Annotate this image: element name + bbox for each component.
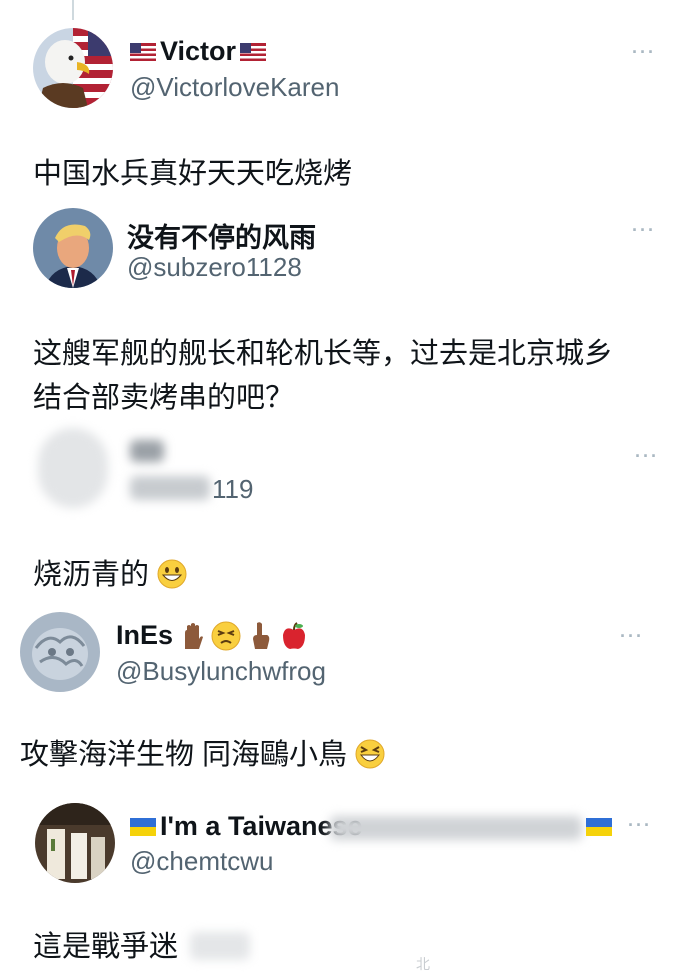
avatar-eagle[interactable]	[33, 28, 113, 108]
display-name-redacted	[130, 440, 164, 462]
user-handle-suffix[interactable]: 119	[212, 474, 253, 505]
handle-redacted	[130, 476, 210, 500]
display-name[interactable]: 没有不停的风雨	[127, 216, 316, 255]
avatar-frog-sculpture[interactable]	[20, 612, 100, 692]
more-options-icon[interactable]: ···	[632, 42, 656, 63]
persevering-face-icon	[211, 621, 241, 650]
user-handle[interactable]: @Busylunchwfrog	[116, 656, 326, 687]
ukraine-flag-icon	[130, 817, 156, 836]
more-options-icon[interactable]: ···	[635, 446, 659, 467]
user-handle[interactable]: @subzero1128	[127, 252, 302, 283]
avatar-redacted[interactable]	[38, 428, 108, 508]
more-options-icon[interactable]: ···	[620, 626, 644, 647]
avatar-portrait[interactable]	[33, 208, 113, 288]
user-handle[interactable]: @VictorloveKaren	[130, 72, 339, 103]
post-text: 中国水兵真好天天吃烧烤	[33, 158, 353, 190]
avatar-bottles[interactable]	[35, 803, 115, 883]
index-pointing-up-icon	[253, 621, 270, 649]
post-text-line-2: 结合部卖烤串的吧？	[33, 382, 295, 414]
thread-line	[72, 0, 74, 20]
display-name[interactable]: InEs	[116, 620, 309, 651]
post-text-content: 烧沥青的	[33, 559, 150, 591]
more-options-icon[interactable]: ···	[632, 220, 656, 241]
display-name-redacted	[330, 816, 582, 840]
laughing-face-icon	[355, 739, 385, 769]
display-name[interactable]: I'm a Taiwanese	[130, 811, 363, 842]
us-flag-icon	[130, 42, 156, 61]
grinning-face-icon	[157, 559, 187, 589]
text-redacted	[190, 932, 250, 960]
raised-hand-icon	[185, 622, 204, 649]
ukraine-flag-icon	[586, 818, 612, 836]
us-flag-icon	[240, 42, 267, 61]
user-handle[interactable]: @chemtcwu	[130, 846, 273, 877]
watermark: 北	[416, 956, 430, 972]
post-text: 這是戰爭迷	[33, 931, 179, 963]
post-text: 攻擊海洋生物 同海鷗小鳥	[20, 733, 385, 777]
post-text-content: 攻擊海洋生物 同海鷗小鳥	[20, 739, 348, 771]
display-name-text: Victor	[160, 36, 237, 66]
more-options-icon[interactable]: ···	[628, 815, 652, 836]
post-text: 烧沥青的	[33, 553, 187, 597]
display-name-text: InEs	[116, 620, 174, 650]
red-apple-icon	[283, 621, 306, 649]
display-name[interactable]: Victor	[130, 36, 267, 67]
post-text-line-1: 这艘军舰的舰长和轮机长等，过去是北京城乡	[33, 338, 614, 370]
